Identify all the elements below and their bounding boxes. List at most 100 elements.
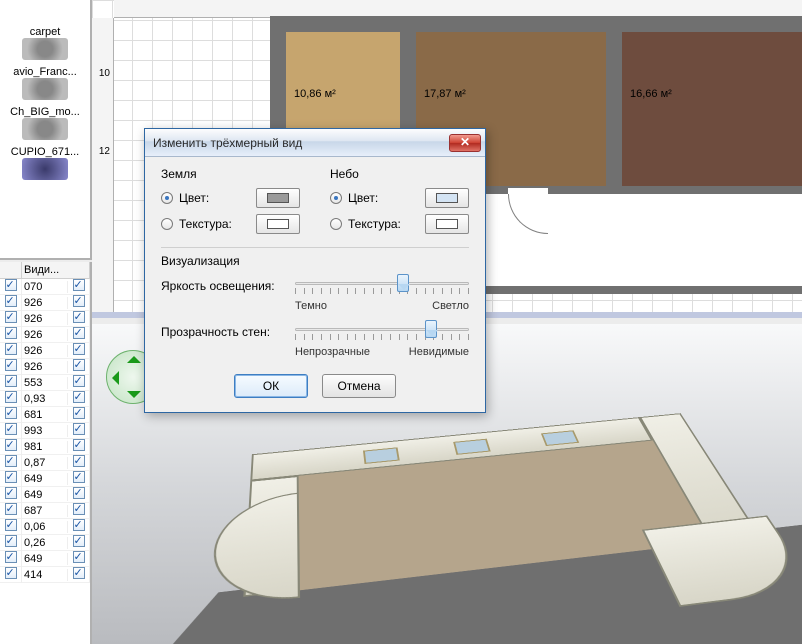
visibility-checkbox[interactable] [68, 375, 90, 391]
modify-3d-view-dialog: Изменить трёхмерный вид ✕ Земля Цвет: Те… [144, 128, 486, 413]
visibility-checkbox[interactable] [0, 551, 22, 567]
nav-left-icon[interactable] [105, 371, 119, 385]
visibility-checkbox[interactable] [0, 407, 22, 423]
visibility-checkbox[interactable] [0, 439, 22, 455]
visibility-checkbox[interactable] [0, 279, 22, 295]
visibility-checkbox[interactable] [0, 455, 22, 471]
sky-color-option[interactable]: Цвет: [330, 187, 469, 209]
transparency-extents: Непрозрачные Невидимые [295, 346, 469, 358]
brightness-slider[interactable] [295, 274, 469, 298]
sky-texture-button[interactable] [425, 214, 469, 234]
ground-group: Земля Цвет: Текстура: [161, 167, 300, 239]
visibility-checkbox[interactable] [68, 423, 90, 439]
object-table-header: Види... [0, 262, 90, 279]
furniture-item[interactable]: avio_Franc... [0, 64, 90, 104]
visibility-checkbox[interactable] [0, 311, 22, 327]
visibility-checkbox[interactable] [68, 503, 90, 519]
visibility-checkbox[interactable] [68, 487, 90, 503]
visibility-checkbox[interactable] [68, 359, 90, 375]
close-button[interactable]: ✕ [449, 134, 481, 152]
visibility-checkbox[interactable] [0, 471, 22, 487]
slider-thumb[interactable] [397, 274, 409, 292]
visibility-checkbox[interactable] [68, 327, 90, 343]
furniture-item[interactable]: CUPIO_671... [0, 144, 90, 184]
visibility-checkbox[interactable] [0, 423, 22, 439]
ground-texture-button[interactable] [256, 214, 300, 234]
dialog-titlebar[interactable]: Изменить трёхмерный вид ✕ [145, 129, 485, 157]
close-icon: ✕ [460, 135, 470, 149]
visibility-checkbox[interactable] [68, 471, 90, 487]
visibility-checkbox[interactable] [0, 487, 22, 503]
dialog-buttons: ОК Отмена [161, 374, 469, 398]
visibility-checkbox[interactable] [0, 359, 22, 375]
visibility-checkbox[interactable] [68, 391, 90, 407]
dialog-title: Изменить трёхмерный вид [153, 136, 449, 150]
visibility-checkbox[interactable] [68, 279, 90, 295]
brightness-row: Яркость освещения: [161, 274, 469, 298]
table-cell: 926 [22, 345, 68, 357]
radio-ground-texture[interactable] [161, 218, 173, 230]
ruler-tick: 12 [99, 146, 110, 157]
table-cell: 926 [22, 361, 68, 373]
table-cell: 681 [22, 409, 68, 421]
rendering-title: Визуализация [161, 254, 469, 268]
ok-button[interactable]: ОК [234, 374, 308, 398]
nav-up-icon[interactable] [127, 349, 141, 363]
option-label: Текстура: [179, 217, 250, 231]
door[interactable] [744, 204, 752, 244]
table-cell: 926 [22, 313, 68, 325]
visibility-checkbox[interactable] [68, 535, 90, 551]
visibility-checkbox[interactable] [0, 519, 22, 535]
visibility-checkbox[interactable] [68, 439, 90, 455]
object-table: Види... 0709269269269269265530,936819939… [0, 262, 92, 644]
radio-sky-texture[interactable] [330, 218, 342, 230]
visibility-checkbox[interactable] [0, 535, 22, 551]
visibility-checkbox[interactable] [0, 567, 22, 583]
group-title: Небо [330, 167, 469, 181]
ground-color-button[interactable] [256, 188, 300, 208]
visibility-checkbox[interactable] [0, 343, 22, 359]
visibility-checkbox[interactable] [68, 519, 90, 535]
column-visibility[interactable]: Види... [22, 262, 90, 278]
room-area-label: 17,87 м² [424, 88, 466, 100]
furniture-panel: carpet avio_Franc... Ch_BIG_mo... CUPIO_… [0, 0, 92, 260]
table-cell: 981 [22, 441, 68, 453]
furniture-item[interactable]: carpet [0, 24, 90, 64]
radio-ground-color[interactable] [161, 192, 173, 204]
room-area-label: 16,66 м² [630, 88, 672, 100]
furniture-label: Ch_BIG_mo... [10, 106, 80, 118]
visibility-checkbox[interactable] [0, 503, 22, 519]
furniture-item[interactable]: Ch_BIG_mo... [0, 104, 90, 144]
visibility-checkbox[interactable] [68, 567, 90, 583]
cancel-button[interactable]: Отмена [322, 374, 396, 398]
header-spacer [0, 262, 22, 278]
room[interactable]: 16,66 м² [614, 24, 802, 194]
nav-down-icon[interactable] [127, 391, 141, 405]
door-swing [508, 194, 548, 234]
slider-thumb[interactable] [425, 320, 437, 338]
visibility-checkbox[interactable] [0, 295, 22, 311]
group-title: Земля [161, 167, 300, 181]
radio-sky-color[interactable] [330, 192, 342, 204]
ground-texture-option[interactable]: Текстура: [161, 213, 300, 235]
transparency-slider[interactable] [295, 320, 469, 344]
visibility-checkbox[interactable] [0, 375, 22, 391]
visibility-checkbox[interactable] [68, 343, 90, 359]
sky-color-button[interactable] [425, 188, 469, 208]
visibility-checkbox[interactable] [0, 327, 22, 343]
table-row[interactable]: 414 [0, 567, 90, 583]
visibility-checkbox[interactable] [68, 311, 90, 327]
sky-texture-option[interactable]: Текстура: [330, 213, 469, 235]
visibility-checkbox[interactable] [68, 407, 90, 423]
visibility-checkbox[interactable] [0, 391, 22, 407]
table-cell: 649 [22, 489, 68, 501]
sky-group: Небо Цвет: Текстура: [330, 167, 469, 239]
furniture-label: CUPIO_671... [11, 146, 79, 158]
visibility-checkbox[interactable] [68, 551, 90, 567]
ground-color-option[interactable]: Цвет: [161, 187, 300, 209]
table-cell: 926 [22, 329, 68, 341]
door[interactable] [608, 234, 616, 274]
visibility-checkbox[interactable] [68, 295, 90, 311]
transparency-min: Непрозрачные [295, 346, 370, 358]
visibility-checkbox[interactable] [68, 455, 90, 471]
